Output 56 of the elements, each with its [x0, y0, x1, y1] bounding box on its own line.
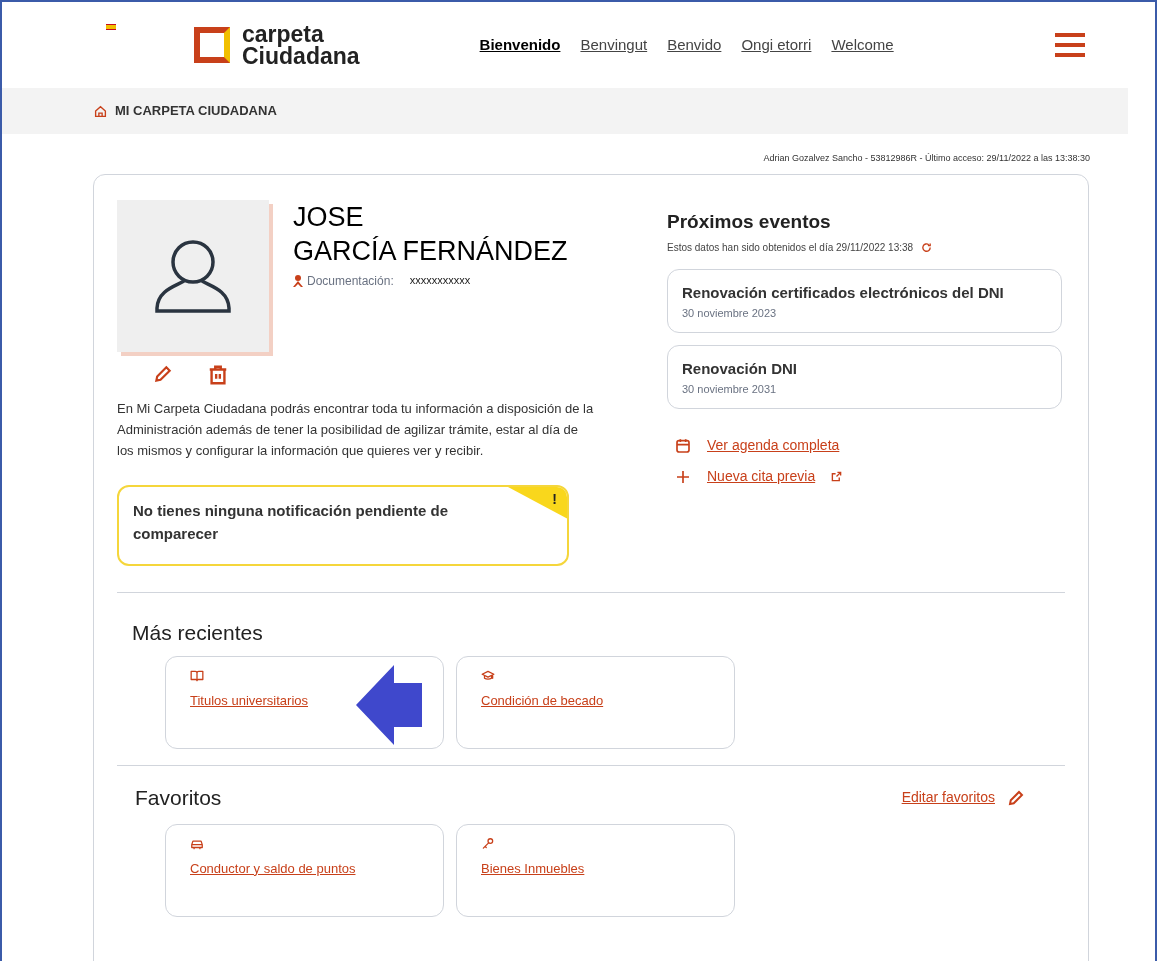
calendar-icon [675, 437, 691, 454]
edit-favorites-link[interactable]: Editar favoritos [901, 787, 995, 809]
book-icon [190, 669, 204, 683]
shortcut-card[interactable]: Titulos universitarios [165, 656, 444, 749]
shortcut-card[interactable]: Bienes Inmuebles [456, 823, 735, 917]
external-link-icon [831, 471, 843, 482]
event-title: Renovación DNI [682, 359, 799, 379]
language-link[interactable]: Ongi etorri [741, 33, 812, 57]
logo[interactable]: carpeta Ciudadana [194, 23, 360, 67]
logo-text: carpeta [242, 23, 324, 45]
event-date: 30 noviembre 2031 [682, 381, 778, 397]
shortcut-link[interactable]: Bienes Inmuebles [481, 858, 585, 878]
updated-text: Estos datos han sido obtenidos el día 29/11/2022 13:38 [667, 241, 914, 255]
event-title: Renovación certificados electrónicos del DNI [682, 283, 1005, 303]
pencil-icon[interactable] [1007, 788, 1025, 807]
event-card[interactable]: Renovación certificados electrónicos del DNI 30 noviembre 2023 [667, 269, 1062, 333]
language-link[interactable]: Benvido [667, 33, 722, 57]
document-value: xxxxxxxxxxx [409, 273, 471, 289]
shortcut-link[interactable]: Condición de becado [481, 691, 604, 711]
trash-icon[interactable] [207, 363, 229, 386]
section-title: Más recientes [132, 619, 264, 646]
breadcrumb-link[interactable]: MI CARPETA CIUDADANA [115, 101, 277, 121]
notification-text: No tienes ninguna notificación pendiente de comparecer [133, 500, 450, 544]
shortcut-link[interactable]: Conductor y saldo de puntos [190, 858, 356, 878]
language-link[interactable]: Welcome [831, 33, 894, 57]
refresh-icon[interactable] [921, 242, 933, 253]
document-label: Documentación: [307, 272, 394, 290]
graduation-cap-icon [481, 669, 495, 683]
user-name: JOSE [293, 200, 365, 234]
events-title: Próximos eventos [667, 209, 832, 234]
agenda-link-row[interactable]: Ver agenda completa [675, 435, 840, 456]
menu-icon[interactable] [1055, 32, 1085, 58]
shortcut-link[interactable]: Titulos universitarios [190, 691, 308, 711]
logo-text: Ciudadana [242, 45, 360, 67]
agenda-link[interactable]: Ver agenda completa [707, 435, 840, 456]
flag-icon [106, 24, 116, 30]
pencil-icon[interactable] [153, 363, 173, 384]
intro-paragraph: En Mi Carpeta Ciudadana podrás encontrar toda tu información a disposición de la Administración además de tener la posibilidad de agilizar trámite, estar al día de los mismos y configurar la información que quieres ver y recibir. [117, 399, 595, 460]
agenda-link[interactable]: Nueva cita previa [707, 466, 816, 487]
key-icon [481, 836, 495, 851]
language-link[interactable]: Bienvenido [479, 33, 561, 57]
shortcut-card[interactable]: Conductor y saldo de puntos [165, 823, 444, 917]
event-card[interactable]: Renovación DNI 30 noviembre 2031 [667, 345, 1062, 409]
plus-icon [675, 468, 691, 485]
user-name: GARCÍA FERNÁNDEZ [293, 234, 568, 268]
exclamation-mark: ! [552, 489, 557, 509]
person-icon [293, 274, 303, 287]
shortcut-card[interactable]: Condición de becado [456, 656, 735, 749]
language-link[interactable]: Benvingut [580, 33, 648, 57]
event-date: 30 noviembre 2023 [682, 305, 778, 321]
agenda-link-row[interactable]: Nueva cita previa [675, 466, 843, 487]
person-icon [154, 237, 232, 314]
home-icon[interactable] [94, 104, 107, 118]
last-access-text: Adrian Gozalvez Sancho - 53812986R - Último acceso: 29/11/2022 a las 13:38:30 [763, 152, 1090, 165]
section-title: Favoritos [135, 785, 222, 811]
logo-square-icon [194, 27, 230, 63]
